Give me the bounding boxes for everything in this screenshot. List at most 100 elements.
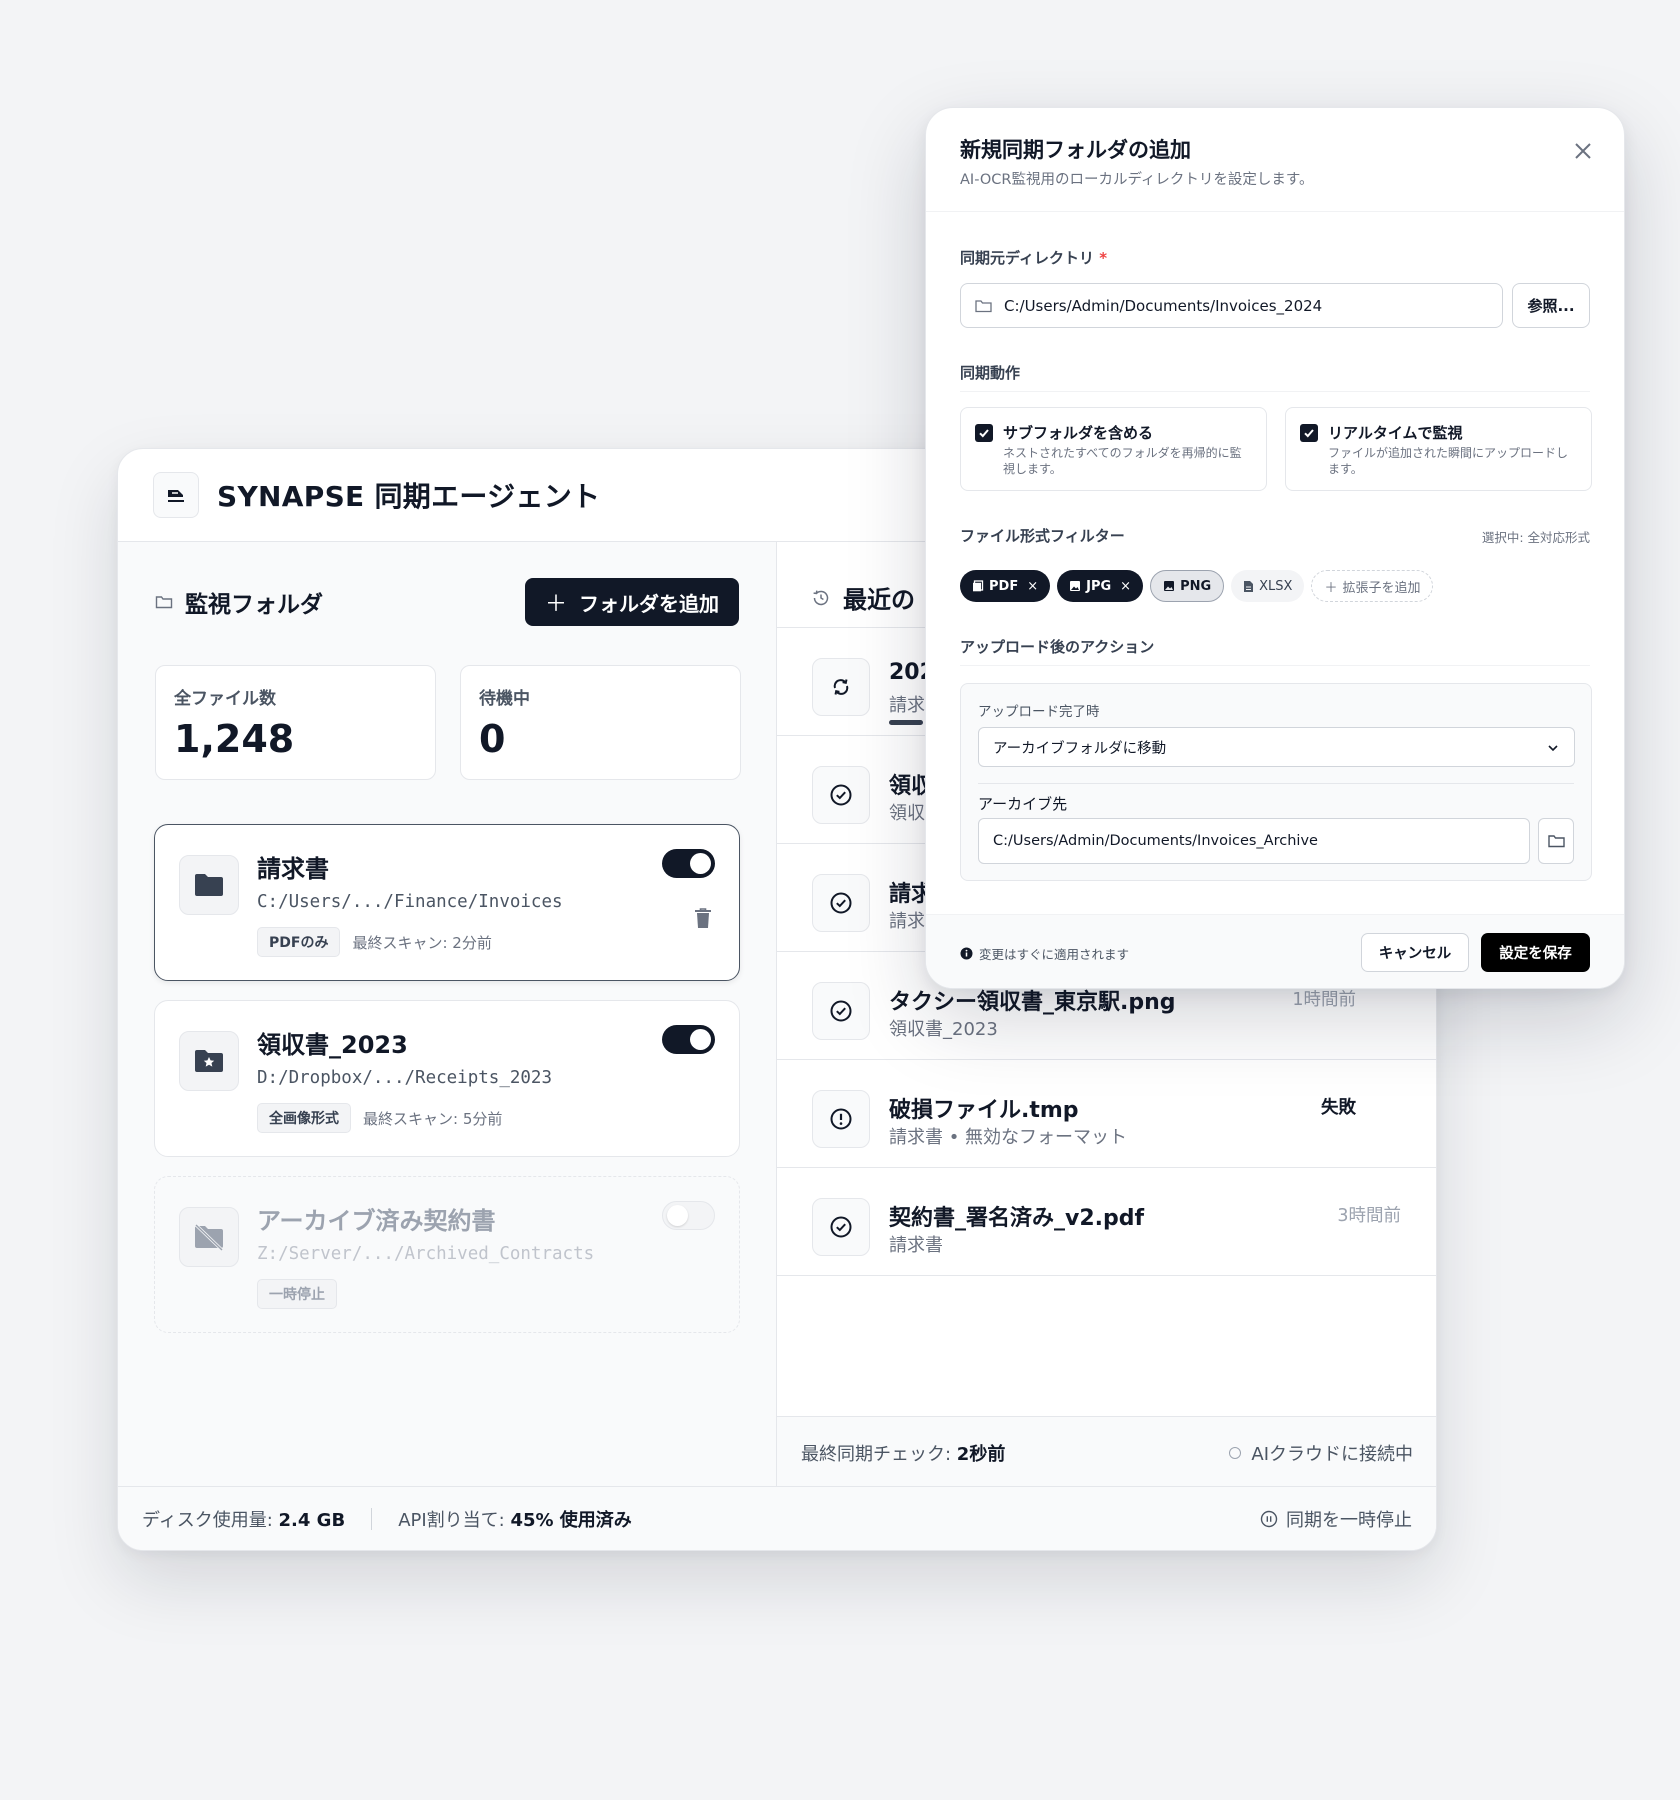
check-circle-icon [812, 766, 870, 824]
folder-icon-box [179, 1207, 239, 1267]
activity-item-time: 3時間前 [1337, 1206, 1401, 1226]
folder-name: アーカイブ済み契約書 [257, 1207, 496, 1235]
app-footer: ディスク使用量: 2.4 GB API割り当て: 45% 使用済み 同期を一時停… [118, 1486, 1436, 1550]
folder-card-receipts[interactable]: 領収書_2023 D:/Dropbox/.../Receipts_2023 全画… [154, 1000, 740, 1157]
folder-name: 請求書 [257, 855, 329, 883]
inbox-stack-icon [168, 490, 184, 502]
info-icon [960, 947, 973, 960]
pause-sync-button[interactable]: 同期を一時停止 [1260, 1506, 1412, 1532]
apply-note: 変更はすぐに適用されます [960, 944, 1129, 963]
remove-chip-icon: × [1120, 578, 1132, 594]
pause-sync-label: 同期を一時停止 [1286, 1509, 1412, 1531]
section-divider [960, 665, 1590, 666]
activity-item-folder: 請求 [889, 911, 925, 932]
on-complete-select[interactable]: アーカイブフォルダに移動 [978, 727, 1575, 767]
chip-jpg[interactable]: JPG × [1057, 570, 1144, 602]
folder-card-archived-contracts[interactable]: アーカイブ済み契約書 Z:/Server/.../Archived_Contra… [154, 1176, 740, 1333]
image-icon [1164, 581, 1175, 591]
folders-panel-header: 監視フォルダ ＋ フォルダを追加 [155, 578, 739, 626]
folder-sync-toggle[interactable] [662, 1201, 715, 1230]
folder-name: 領収書_2023 [257, 1031, 408, 1059]
folder-outline-icon [975, 299, 992, 312]
activity-item-title: 契約書_署名済み_v2.pdf [889, 1206, 1145, 1231]
archive-browse-button[interactable] [1538, 818, 1574, 864]
file-pdf-icon [973, 580, 984, 592]
folder-card-invoices[interactable]: 請求書 C:/Users/.../Finance/Invoices PDFのみ … [154, 824, 740, 981]
check-icon [1304, 429, 1314, 438]
history-icon [813, 589, 829, 605]
activity-header: 最近の [811, 580, 915, 615]
add-sync-folder-dialog: 新規同期フォルダの追加 AI-OCR監視用のローカルディレクトリを設定します。 … [925, 107, 1625, 989]
app-title: SYNAPSE 同期エージェント [217, 480, 601, 513]
folder-meta: 一時停止 [257, 1279, 337, 1309]
chip-png[interactable]: PNG [1150, 570, 1225, 602]
archive-destination-label: アーカイブ先 [978, 795, 1068, 813]
add-folder-button[interactable]: ＋ フォルダを追加 [524, 578, 739, 626]
stat-value: 0 [479, 717, 506, 761]
save-settings-button[interactable]: 設定を保存 [1481, 933, 1590, 972]
activity-item[interactable]: 契約書_署名済み_v2.pdf 請求書 3時間前 [777, 1168, 1436, 1276]
realtime-monitor-option[interactable]: リアルタイムで監視 ファイルが追加された瞬間にアップロードします。 [1285, 407, 1592, 491]
stat-pending: 待機中 0 [460, 665, 741, 780]
dialog-subtitle: AI-OCR監視用のローカルディレクトリを設定します。 [960, 172, 1314, 188]
chip-pdf[interactable]: PDF × [960, 570, 1051, 602]
cancel-button[interactable]: キャンセル [1361, 933, 1469, 972]
realtime-monitor-checkbox[interactable] [1300, 424, 1318, 442]
stat-total-files: 全ファイル数 1,248 [155, 665, 436, 780]
delete-folder-button[interactable] [694, 907, 712, 929]
folder-paused-tag: 一時停止 [257, 1279, 337, 1309]
folder-star-icon [195, 1050, 223, 1072]
archive-destination-input[interactable]: C:/Users/Admin/Documents/Invoices_Archiv… [978, 818, 1530, 864]
check-circle-icon [812, 982, 870, 1040]
folder-filter-tag: 全画像形式 [257, 1103, 351, 1133]
sync-icon [812, 658, 870, 716]
folder-last-scan: 最終スキャン: 2分前 [352, 933, 492, 952]
image-icon [1070, 581, 1081, 591]
add-extension-chip[interactable]: ＋拡張子を追加 [1311, 570, 1434, 602]
last-sync-check: 最終同期チェック: 2秒前 [801, 1443, 1006, 1465]
plus-icon: ＋ [544, 591, 567, 616]
folder-off-icon [194, 1223, 224, 1251]
folder-outline-icon [155, 596, 173, 609]
archive-destination-value: C:/Users/Admin/Documents/Invoices_Archiv… [993, 833, 1318, 849]
source-directory-input[interactable]: C:/Users/Admin/Documents/Invoices_2024 [960, 283, 1503, 328]
dialog-header: 新規同期フォルダの追加 AI-OCR監視用のローカルディレクトリを設定します。 [926, 108, 1624, 212]
activity-item-title: 破損ファイル.tmp [889, 1098, 1079, 1123]
folders-panel-title: 監視フォルダ [185, 592, 323, 618]
add-folder-label: フォルダを追加 [579, 593, 719, 616]
activity-item-folder: 請求書 [889, 1235, 943, 1256]
include-subfolders-checkbox[interactable] [975, 424, 993, 442]
close-dialog-button[interactable] [1574, 142, 1592, 160]
activity-status-bar: 最終同期チェック: 2秒前 AIクラウドに接続中 [777, 1416, 1436, 1488]
connection-status-label: AIクラウドに接続中 [1251, 1443, 1413, 1465]
connection-status-icon [1229, 1446, 1242, 1459]
folder-meta: PDFのみ 最終スキャン: 2分前 [257, 927, 492, 957]
remove-chip-icon: × [1027, 578, 1039, 594]
option-description: ファイルが追加された瞬間にアップロードします。 [1328, 446, 1569, 476]
footer-divider [371, 1507, 373, 1530]
dialog-title: 新規同期フォルダの追加 [960, 138, 1191, 162]
activity-item[interactable]: 破損ファイル.tmp 請求書 • 無効なフォーマット 失敗 [777, 1060, 1436, 1168]
alert-circle-icon [812, 1090, 870, 1148]
source-directory-label: 同期元ディレクトリ * [960, 249, 1108, 267]
post-upload-action-box: アップロード完了時 アーカイブフォルダに移動 アーカイブ先 C:/Users/A… [960, 683, 1592, 881]
on-complete-value: アーカイブフォルダに移動 [993, 740, 1167, 757]
check-circle-icon [812, 874, 870, 932]
activity-item-status-failed: 失敗 [1321, 1098, 1356, 1118]
stat-label: 全ファイル数 [174, 689, 276, 709]
browse-button[interactable]: 参照... [1512, 283, 1590, 328]
folder-sync-toggle[interactable] [662, 849, 715, 878]
file-type-chips: PDF × JPG × PNG XLSX ＋拡張子を追加 [960, 570, 1434, 602]
chip-xlsx[interactable]: XLSX [1231, 570, 1305, 602]
folder-sync-toggle[interactable] [662, 1025, 715, 1054]
dialog-footer: 変更はすぐに適用されます キャンセル 設定を保存 [926, 914, 1624, 988]
activity-item-time: 1時間前 [1292, 990, 1356, 1010]
include-subfolders-option[interactable]: サブフォルダを含める ネストされたすべてのフォルダを再帰的に監視します。 [960, 407, 1267, 491]
folder-path: C:/Users/.../Finance/Invoices [257, 892, 563, 912]
folder-path: Z:/Server/.../Archived_Contracts [257, 1244, 595, 1264]
option-title: サブフォルダを含める [1003, 424, 1154, 442]
trash-icon [695, 908, 711, 928]
pause-circle-icon [1260, 1510, 1278, 1527]
post-upload-action-label: アップロード後のアクション [960, 638, 1155, 656]
option-title: リアルタイムで監視 [1328, 424, 1463, 442]
